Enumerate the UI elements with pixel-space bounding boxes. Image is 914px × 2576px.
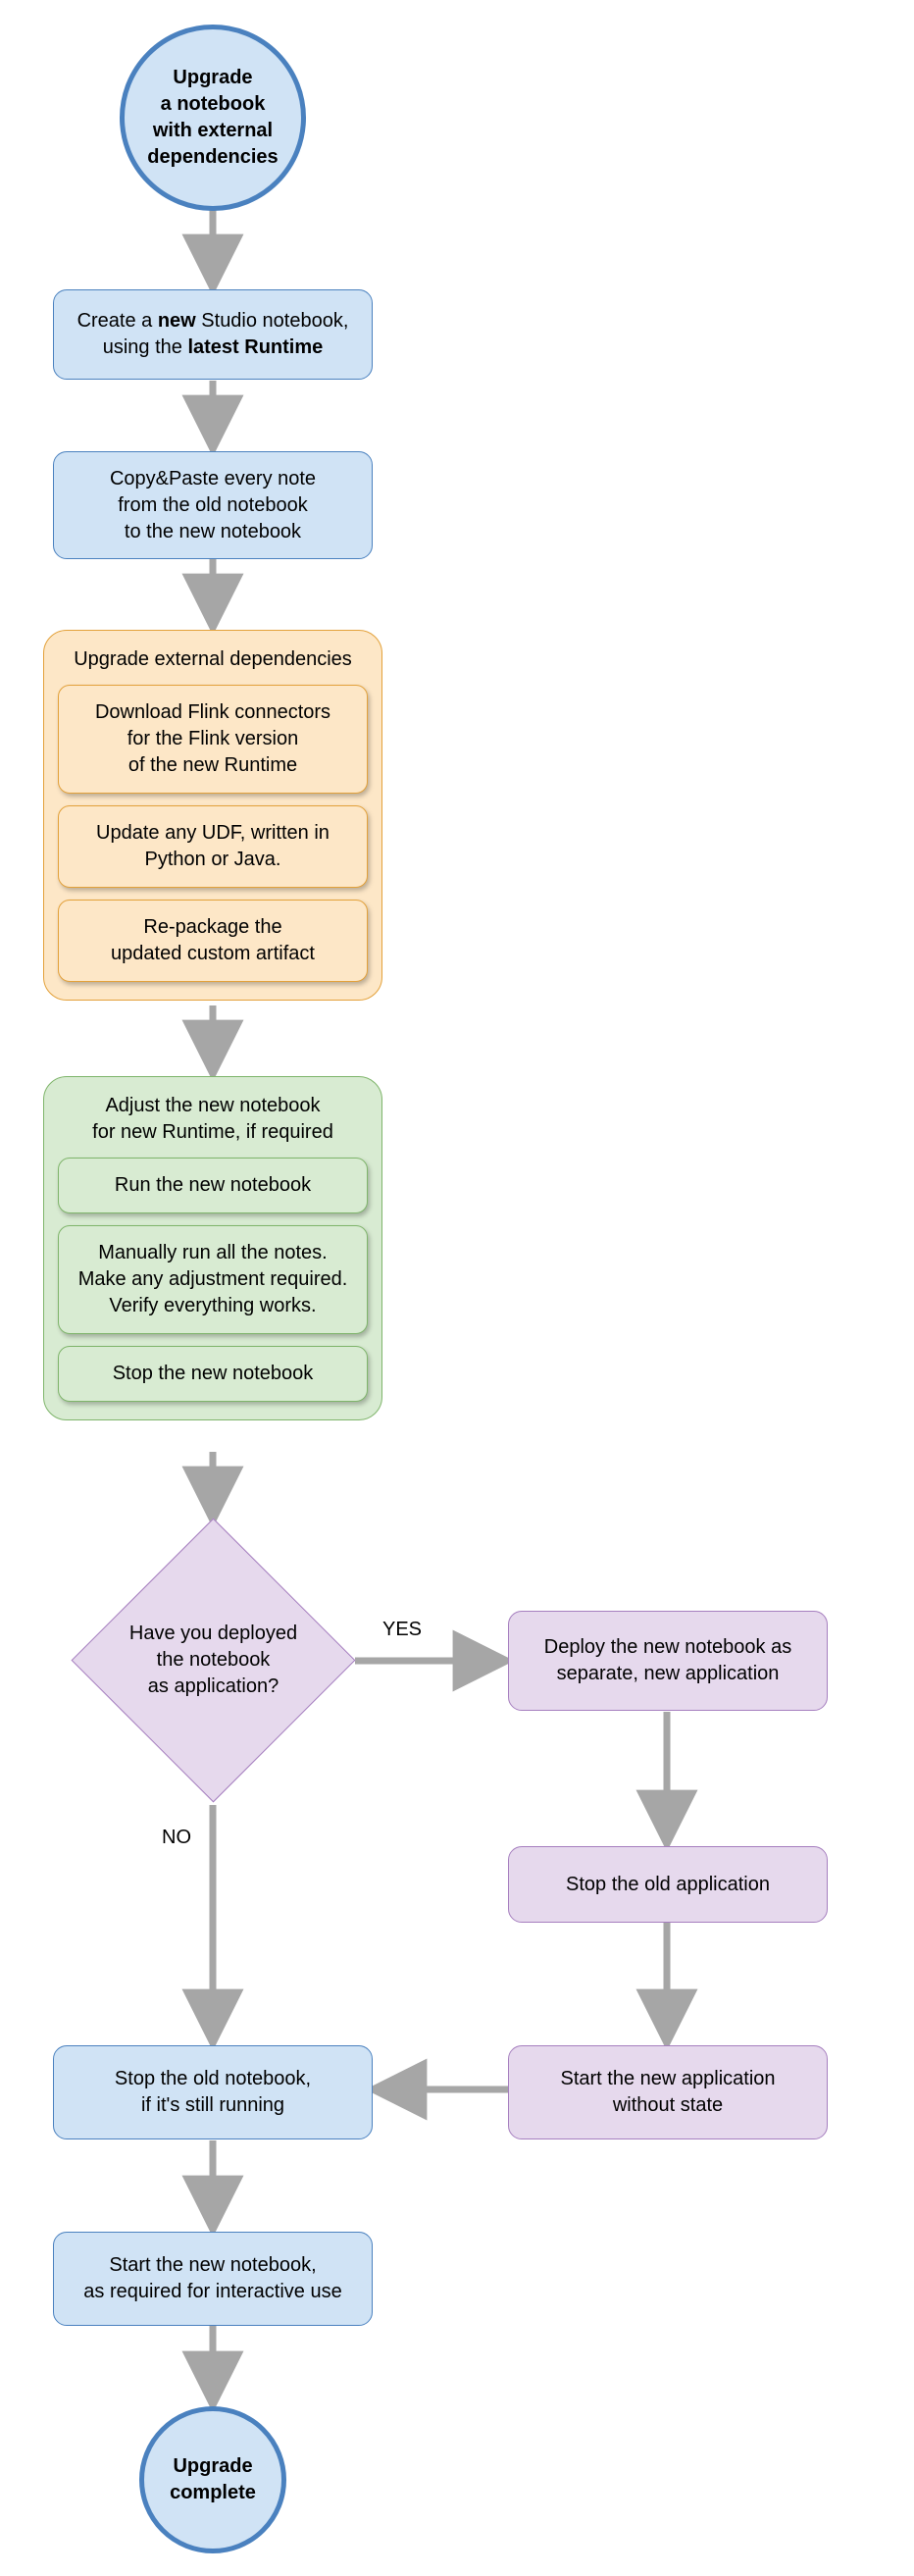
step-run-new-notebook: Run the new notebook [58, 1158, 368, 1213]
step-create-label: Create a new Studio notebook,using the l… [77, 308, 349, 361]
start-node: Upgradea notebookwith externaldependenci… [120, 25, 306, 211]
step-manual-run-verify: Manually run all the notes.Make any adju… [58, 1225, 368, 1334]
step-stop-old-notebook: Stop the old notebook,if it's still runn… [53, 2045, 373, 2139]
step-copy-label: Copy&Paste every notefrom the old notebo… [110, 466, 316, 545]
group-green-title: Adjust the new notebookfor new Runtime, … [58, 1093, 368, 1146]
decision-label: Have you deployedthe notebookas applicat… [129, 1621, 297, 1700]
step-copy-paste: Copy&Paste every notefrom the old notebo… [53, 451, 373, 559]
step-start-new-app: Start the new applicationwithout state [508, 2045, 828, 2139]
group-orange-title: Upgrade external dependencies [58, 646, 368, 673]
step-deploy-new-app: Deploy the new notebook asseparate, new … [508, 1611, 828, 1711]
start-label: Upgradea notebookwith externaldependenci… [147, 65, 278, 171]
step-repackage-artifact: Re-package theupdated custom artifact [58, 900, 368, 982]
step-create-notebook: Create a new Studio notebook,using the l… [53, 289, 373, 380]
step-stop-new-notebook: Stop the new notebook [58, 1346, 368, 1402]
edge-label-yes: YES [382, 1619, 422, 1641]
group-adjust-notebook: Adjust the new notebookfor new Runtime, … [43, 1076, 382, 1420]
end-node: Upgradecomplete [139, 2406, 286, 2553]
decision-deployed-as-app: Have you deployedthe notebookas applicat… [113, 1560, 314, 1761]
step-download-connectors: Download Flink connectorsfor the Flink v… [58, 685, 368, 794]
step-update-udf: Update any UDF, written inPython or Java… [58, 805, 368, 888]
group-upgrade-dependencies: Upgrade external dependencies Download F… [43, 630, 382, 1001]
step-stop-old-app: Stop the old application [508, 1846, 828, 1923]
end-label: Upgradecomplete [170, 2453, 256, 2506]
step-start-new-notebook: Start the new notebook,as required for i… [53, 2232, 373, 2326]
edge-label-no: NO [162, 1827, 191, 1849]
